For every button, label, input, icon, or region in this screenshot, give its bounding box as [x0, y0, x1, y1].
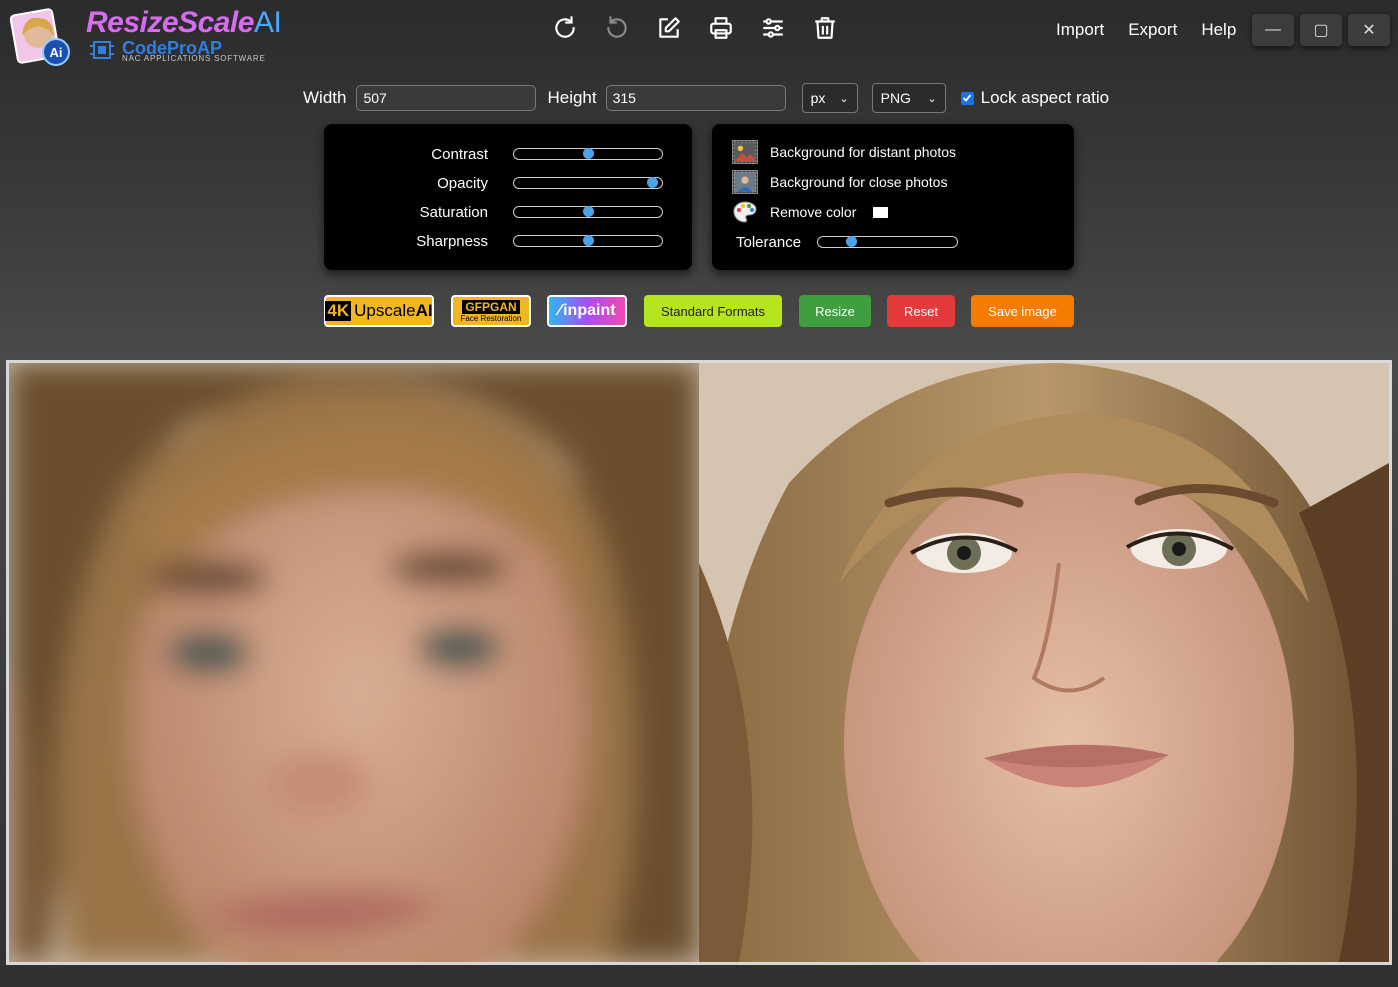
inpaint-button[interactable]: ∕ inpaint	[547, 295, 627, 327]
saturation-thumb[interactable]	[583, 206, 594, 217]
delete-button[interactable]	[810, 12, 840, 44]
unit-value: px	[810, 90, 826, 106]
upscale-ai-button[interactable]: 4K Upscale AI	[324, 295, 434, 327]
upscale-label: Upscale	[354, 301, 416, 320]
sliders-icon	[763, 18, 783, 38]
contrast-thumb[interactable]	[583, 148, 594, 159]
lock-aspect-checkbox[interactable]	[960, 91, 974, 105]
remove-color-label: Remove color	[770, 204, 857, 220]
format-select[interactable]: PNG ⌄	[871, 83, 946, 113]
image-preview	[6, 360, 1392, 965]
trash-icon	[815, 17, 835, 39]
background-panel: Background for distant photos Background…	[712, 124, 1074, 270]
window-controls: — ▢ ✕	[1252, 14, 1390, 46]
chevron-down-icon: ⌄	[927, 92, 937, 105]
opacity-label: Opacity	[437, 174, 488, 192]
tolerance-row: Tolerance	[736, 232, 801, 252]
print-icon	[710, 17, 732, 39]
menu-import[interactable]: Import	[1056, 20, 1104, 40]
height-input[interactable]	[605, 85, 786, 111]
gfpgan-sub-label: Face Restoration	[460, 313, 522, 323]
app-title: ResizeScaleAI	[86, 6, 282, 39]
brand-subtitle: NAC APPLICATIONS SOFTWARE	[122, 54, 266, 63]
blurred-portrait-image	[9, 363, 699, 962]
tolerance-label: Tolerance	[736, 233, 802, 251]
menu-bar: Import Export Help	[1056, 20, 1236, 40]
enhanced-image	[699, 363, 1389, 962]
chevron-down-icon: ⌄	[839, 92, 849, 105]
toolbar	[550, 12, 840, 44]
saturation-label: Saturation	[419, 203, 488, 221]
contrast-row: Contrast	[324, 144, 488, 164]
gfpgan-label: GFPGAN	[462, 299, 520, 314]
bg-close-label: Background for close photos	[770, 174, 948, 190]
check-icon	[962, 94, 972, 102]
sharpness-thumb[interactable]	[583, 235, 594, 246]
remove-color-swatch[interactable]	[873, 206, 889, 218]
close-photo-icon	[732, 170, 758, 194]
menu-help[interactable]: Help	[1201, 20, 1236, 40]
minimize-button[interactable]: —	[1252, 14, 1294, 46]
bg-close-option[interactable]: Background for close photos	[732, 169, 947, 195]
bg-distant-label: Background for distant photos	[770, 144, 957, 160]
sharp-portrait-image	[699, 363, 1389, 962]
upscale-ai-label: AI	[415, 301, 433, 320]
svg-text:Ai: Ai	[50, 45, 63, 60]
remove-color-option[interactable]: Remove color	[732, 199, 889, 225]
logo-portrait-icon: Ai	[9, 8, 70, 66]
format-value: PNG	[880, 90, 911, 106]
palette-icon	[733, 201, 757, 223]
upscale-4k-badge: 4K	[325, 301, 352, 321]
edit-button[interactable]	[654, 12, 684, 44]
rotate-left-button[interactable]	[602, 12, 632, 44]
saturation-slider[interactable]	[513, 206, 663, 218]
adjustments-panel: Contrast Opacity Saturation Sharpness	[324, 124, 692, 270]
tolerance-slider[interactable]	[817, 236, 958, 248]
width-label: Width	[303, 88, 347, 107]
chip-icon	[90, 41, 114, 59]
bg-distant-option[interactable]: Background for distant photos	[732, 139, 956, 165]
original-image	[9, 363, 699, 962]
rotate-right-button[interactable]	[550, 12, 580, 44]
opacity-row: Opacity	[324, 173, 488, 193]
unit-select[interactable]: px ⌄	[801, 83, 858, 113]
contrast-label: Contrast	[431, 145, 488, 163]
sharpness-row: Sharpness	[324, 231, 488, 251]
edit-icon	[659, 17, 680, 38]
save-image-button[interactable]: Save image	[971, 295, 1074, 327]
rotate-right-icon	[555, 16, 575, 38]
contrast-slider[interactable]	[513, 148, 663, 160]
app-logo: Ai ResizeScaleAI CodeProAP NAC APPLICATI…	[6, 4, 282, 70]
resize-button[interactable]: Resize	[799, 295, 871, 327]
opacity-slider[interactable]	[513, 177, 663, 189]
standard-formats-button[interactable]: Standard Formats	[644, 295, 782, 327]
lock-aspect-label: Lock aspect ratio	[980, 88, 1110, 107]
gfpgan-button[interactable]: GFPGAN Face Restoration	[451, 295, 531, 327]
adjustments-button[interactable]	[758, 12, 788, 44]
sharpness-slider[interactable]	[513, 235, 663, 247]
close-button[interactable]: ✕	[1348, 14, 1390, 46]
saturation-row: Saturation	[324, 202, 488, 222]
tolerance-thumb[interactable]	[846, 236, 858, 247]
sharpness-label: Sharpness	[416, 232, 488, 250]
print-button[interactable]	[706, 12, 736, 44]
menu-export[interactable]: Export	[1128, 20, 1177, 40]
distant-photo-icon	[732, 140, 758, 164]
width-input[interactable]	[356, 85, 537, 111]
opacity-thumb[interactable]	[646, 177, 658, 188]
maximize-button[interactable]: ▢	[1300, 14, 1342, 46]
reset-button[interactable]: Reset	[887, 295, 955, 327]
rotate-left-icon	[607, 16, 627, 38]
inpaint-label: inpaint	[563, 302, 616, 319]
size-row: Width Height px ⌄ PNG ⌄ Lock aspect rati…	[303, 83, 1109, 113]
wand-icon: ∕	[558, 302, 562, 319]
height-label: Height	[547, 88, 597, 107]
